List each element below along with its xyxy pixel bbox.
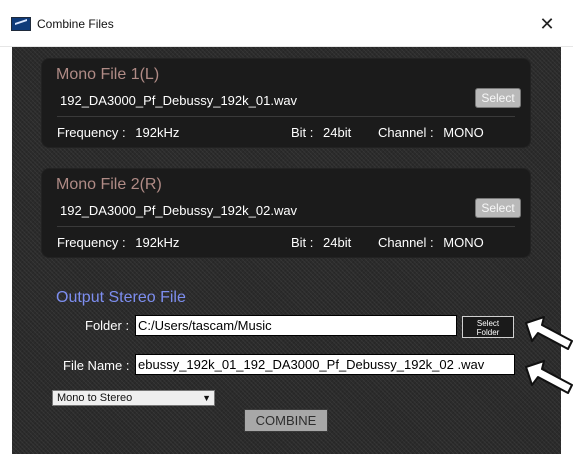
arrow-pointer-icon <box>525 316 573 350</box>
frequency-label: Frequency : <box>57 125 126 140</box>
mono-file-1-bit: Bit : 24bit <box>291 125 351 140</box>
channel-value: MONO <box>443 235 484 250</box>
mono-file-2-heading: Mono File 2(R) <box>56 176 162 193</box>
select-folder-line1: Select <box>476 319 500 328</box>
channel-label: Channel : <box>378 235 434 250</box>
close-icon[interactable]: ✕ <box>535 12 559 36</box>
title-bar: Combine Files ✕ <box>0 0 573 47</box>
mono-file-2-channel: Channel : MONO <box>378 235 484 250</box>
arrow-pointer-icon <box>525 360 573 394</box>
mono-file-2-frequency: Frequency : 192kHz <box>57 235 179 250</box>
app-icon <box>11 17 31 31</box>
folder-label: Folder : <box>85 318 130 333</box>
bit-value: 24bit <box>323 235 352 250</box>
mono-file-2-select-button[interactable]: Select <box>475 198 521 218</box>
dialog-content: Mono File 1(L) 192_DA3000_Pf_Debussy_192… <box>12 47 561 454</box>
window-title: Combine Files <box>37 17 114 31</box>
mono-file-2-filename: 192_DA3000_Pf_Debussy_192k_02.wav <box>60 203 298 218</box>
folder-path-field[interactable]: C:/Users/tascam/Music <box>135 315 457 336</box>
bit-label: Bit : <box>291 235 314 250</box>
combine-button[interactable]: COMBINE <box>244 409 328 432</box>
mono-file-1-heading: Mono File 1(L) <box>56 66 160 83</box>
select-folder-line2: Folder <box>476 328 500 337</box>
bit-value: 24bit <box>323 125 352 140</box>
mono-file-2-panel: Mono File 2(R) 192_DA3000_Pf_Debussy_192… <box>41 168 531 258</box>
combine-files-window: Combine Files ✕ Mono File 1(L) 192_DA300… <box>0 0 573 454</box>
mono-file-1-channel: Channel : MONO <box>378 125 484 140</box>
divider <box>57 226 515 227</box>
frequency-value: 192kHz <box>135 235 180 250</box>
chevron-down-icon: ▼ <box>202 393 211 403</box>
mode-selected-value: Mono to Stereo <box>57 392 133 404</box>
divider <box>57 116 515 117</box>
channel-label: Channel : <box>378 125 434 140</box>
file-name-label: File Name : <box>63 358 130 373</box>
mode-dropdown[interactable]: Mono to Stereo ▼ <box>52 390 215 406</box>
select-folder-button[interactable]: Select Folder <box>462 316 514 338</box>
output-file-name-field[interactable]: ebussy_192k_01_192_DA3000_Pf_Debussy_192… <box>135 354 515 375</box>
mono-file-2-bit: Bit : 24bit <box>291 235 351 250</box>
bit-label: Bit : <box>291 125 314 140</box>
mono-file-1-panel: Mono File 1(L) 192_DA3000_Pf_Debussy_192… <box>41 58 531 148</box>
frequency-value: 192kHz <box>135 125 180 140</box>
mono-file-1-select-button[interactable]: Select <box>475 88 521 108</box>
output-stereo-file-heading: Output Stereo File <box>56 289 186 306</box>
channel-value: MONO <box>443 125 484 140</box>
mono-file-1-frequency: Frequency : 192kHz <box>57 125 179 140</box>
mono-file-1-filename: 192_DA3000_Pf_Debussy_192k_01.wav <box>60 93 298 108</box>
frequency-label: Frequency : <box>57 235 126 250</box>
